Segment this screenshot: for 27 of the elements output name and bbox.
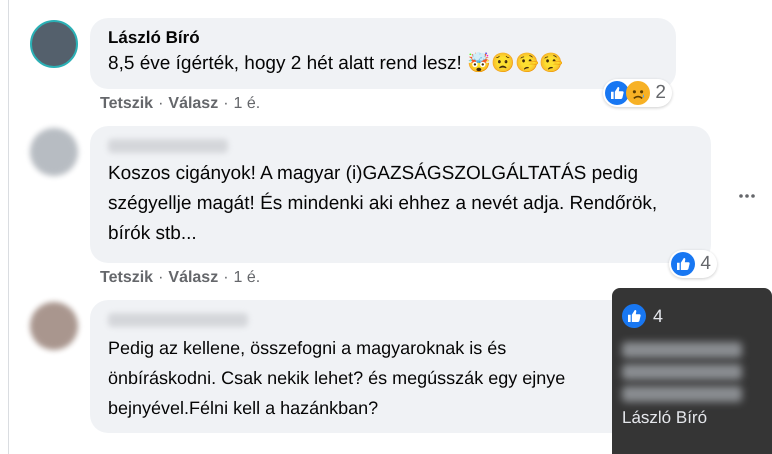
like-reaction-icon	[671, 252, 696, 276]
like-reaction-icon	[605, 81, 630, 105]
separator-dot: ·	[223, 95, 229, 113]
more-options-icon[interactable]	[739, 194, 755, 198]
like-link[interactable]: Tetszik	[100, 95, 154, 113]
time-link[interactable]: 1 é.	[234, 269, 260, 287]
reply-link[interactable]: Válasz	[168, 95, 218, 113]
sad-reaction-icon	[626, 81, 650, 105]
author-name[interactable]: László Bíró	[108, 27, 658, 49]
separator-dot: ·	[158, 269, 164, 287]
reaction-summary[interactable]: 4	[669, 250, 717, 278]
comment-text: 8,5 éve ígérték, hogy 2 hét alatt rend lesz! 🤯😟🤥🤥	[108, 51, 564, 76]
reply-link[interactable]: Válasz	[168, 269, 218, 287]
reaction-count: 4	[700, 253, 711, 275]
separator-dot: ·	[223, 269, 229, 287]
reaction-count: 4	[653, 306, 664, 326]
avatar[interactable]	[30, 20, 78, 68]
blurred-avatar[interactable]	[30, 302, 78, 350]
reactor-name: László Bíró	[622, 408, 708, 428]
like-reaction-icon	[622, 304, 646, 328]
time-link[interactable]: 1 é.	[234, 95, 260, 113]
like-link[interactable]: Tetszik	[100, 269, 154, 287]
comment-text: Pedig az kellene, összefogni a magyaroknak is és önbíráskodni. Csak nekik lehet? és megússzák egy ejnye bejnyével.Félni kell a hazánkban?	[108, 337, 566, 420]
reaction-summary[interactable]: 2	[603, 79, 672, 107]
reaction-count: 2	[655, 82, 666, 104]
separator-dot: ·	[158, 95, 164, 113]
comment-text: Koszos cigányok! A magyar (i)GAZSÁGSZOLGÁLTATÁS pedig szégyellje magát! És mindenki aki ehhez a nevét adja. Rendőrök, bírók stb...	[108, 162, 658, 246]
